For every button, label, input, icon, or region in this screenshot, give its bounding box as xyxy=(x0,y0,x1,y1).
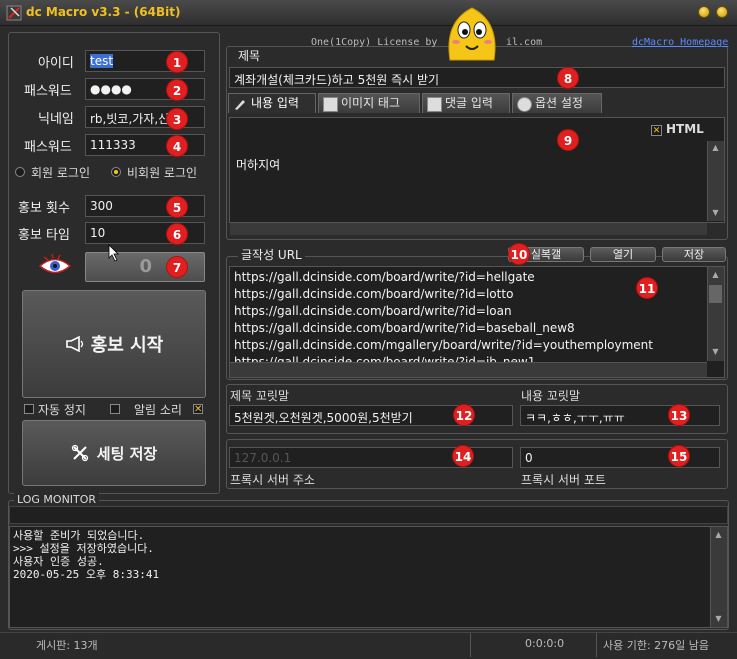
badge-14: 14 xyxy=(452,445,474,467)
pen-icon xyxy=(233,97,246,110)
tab-image-label: 이미지 태그 xyxy=(341,96,401,110)
badge-1: 1 xyxy=(166,51,188,73)
status-expiry: 사용 기한: 276일 남음 xyxy=(603,639,710,652)
content-tail-label: 내용 꼬릿말 xyxy=(521,389,581,403)
tab-options-label: 옵션 설정 xyxy=(535,96,583,110)
url-item[interactable]: https://gall.dcinside.com/mgallery/board… xyxy=(230,337,724,354)
mouse-cursor-icon xyxy=(108,244,119,262)
log-output[interactable]: 사용할 준비가 되었습니다. >>> 설정을 저장하였습니다. 사용자 인증 성… xyxy=(9,526,728,628)
badge-4: 4 xyxy=(166,135,188,157)
content-tail-input[interactable]: ㅋㅋ,ㅎㅎ,ㅜㅜ,ㅠㅠ xyxy=(520,405,720,426)
promo-timer-label: 홍보 타임 xyxy=(18,228,70,243)
eye-icon[interactable] xyxy=(38,253,72,279)
status-divider xyxy=(596,633,597,657)
log-scrollbar[interactable] xyxy=(710,527,727,627)
minimize-button[interactable] xyxy=(698,6,710,18)
badge-8: 8 xyxy=(557,67,579,89)
log-line: 사용할 준비가 되었습니다. xyxy=(13,529,145,542)
proxy-port-label: 프록시 서버 포트 xyxy=(521,473,606,487)
badge-15: 15 xyxy=(668,445,690,467)
start-promo-button[interactable]: 홍보 시작 xyxy=(22,290,206,398)
scroll-down-icon[interactable]: ▼ xyxy=(707,208,724,217)
member-login-radio[interactable] xyxy=(15,167,25,177)
tab-options[interactable]: 옵션 설정 xyxy=(512,93,602,113)
id-value: test xyxy=(90,54,114,68)
license-text-tail: il.com xyxy=(506,37,543,48)
log-monitor-label: LOG MONITOR xyxy=(14,493,100,506)
alarm-sound-checkbox-left[interactable] xyxy=(110,404,120,414)
badge-12: 12 xyxy=(453,404,475,426)
homepage-link[interactable]: dcMacro Homepage xyxy=(632,37,728,48)
save-settings-button[interactable]: 세팅 저장 xyxy=(22,420,206,486)
badge-13: 13 xyxy=(668,404,690,426)
nickname-label: 닉네임 xyxy=(38,112,74,127)
log-scroll-up-icon[interactable]: ▲ xyxy=(710,530,727,539)
log-scroll-down-icon[interactable]: ▼ xyxy=(710,614,727,623)
proxy-port-input[interactable]: 0 xyxy=(520,447,720,468)
post-title-input[interactable]: 계좌개설(체크카드)하고 5천원 즉시 받기 xyxy=(229,67,725,88)
auto-stop-label: 자동 정지 xyxy=(38,403,86,417)
save-url-button[interactable]: 저장 xyxy=(662,247,726,262)
megaphone-icon xyxy=(65,336,83,352)
member-login-label: 회원 로그인 xyxy=(31,166,91,180)
tab-content-label: 내용 입력 xyxy=(251,96,299,110)
content-hscrollbar[interactable] xyxy=(230,222,707,235)
status-divider xyxy=(470,633,471,657)
auto-stop-checkbox[interactable] xyxy=(24,404,34,414)
log-toolbar xyxy=(9,506,728,524)
log-line: 2020-05-25 오후 8:33:41 xyxy=(13,568,160,581)
url-item[interactable]: https://gall.dcinside.com/board/write/?i… xyxy=(230,320,724,337)
status-time: 0:0:0:0 xyxy=(525,637,565,650)
image-icon xyxy=(323,97,338,112)
url-scroll-up-icon[interactable]: ▲ xyxy=(707,270,724,279)
content-text: 머하지여 xyxy=(236,158,281,172)
tools-icon xyxy=(71,444,88,462)
badge-9: 9 xyxy=(557,129,579,151)
tab-image-tag[interactable]: 이미지 태그 xyxy=(318,93,420,113)
password-label: 패스워드 xyxy=(24,84,72,99)
url-section-label: 글작성 URL xyxy=(238,246,305,263)
url-scroll-down-icon[interactable]: ▼ xyxy=(707,347,724,356)
html-label: HTML xyxy=(666,122,704,136)
url-scroll-thumb[interactable] xyxy=(709,285,722,303)
tab-comment-input[interactable]: 댓글 입력 xyxy=(422,93,510,113)
app-icon xyxy=(6,5,22,21)
badge-5: 5 xyxy=(166,196,188,218)
comment-icon xyxy=(427,97,442,112)
proxy-address-label: 프록시 서버 주소 xyxy=(230,473,315,487)
url-item[interactable]: https://gall.dcinside.com/board/write/?i… xyxy=(230,303,724,320)
title-group-label: 제목 xyxy=(236,47,263,64)
tab-comment-label: 댓글 입력 xyxy=(445,96,493,110)
options-icon xyxy=(517,97,532,112)
tab-content-input[interactable]: 내용 입력 xyxy=(228,93,316,113)
html-checkbox[interactable]: ✕ xyxy=(651,125,662,136)
badge-7: 7 xyxy=(166,256,188,278)
license-text: One(1Copy) License by xyxy=(311,37,438,48)
badge-6: 6 xyxy=(166,223,188,245)
window-title: dc Macro v3.3 - (64Bit) xyxy=(26,5,181,19)
log-line: >>> 설정을 저장하였습니다. xyxy=(13,542,154,555)
badge-2: 2 xyxy=(166,79,188,101)
alarm-sound-checkbox[interactable]: ✕ xyxy=(193,404,203,415)
id-label: 아이디 xyxy=(38,56,74,71)
log-line: 사용자 인증 성공. xyxy=(13,555,104,568)
alarm-sound-label: 알림 소리 xyxy=(134,403,182,417)
guest-login-radio[interactable] xyxy=(111,167,121,177)
guest-login-label: 비회원 로그인 xyxy=(127,166,198,180)
promo-count-label: 홍보 횟수 xyxy=(18,201,70,216)
badge-10: 10 xyxy=(508,243,530,265)
scroll-up-icon[interactable]: ▲ xyxy=(707,143,724,152)
title-tail-label: 제목 꼬릿말 xyxy=(230,389,290,403)
badge-3: 3 xyxy=(166,108,188,130)
mascot-emoji xyxy=(448,7,496,61)
guest-password-label: 패스워드 xyxy=(24,140,72,155)
status-board-count: 게시판: 13개 xyxy=(36,639,98,652)
badge-11: 11 xyxy=(636,277,658,299)
open-button[interactable]: 열기 xyxy=(590,247,656,262)
save-settings-label: 세팅 저장 xyxy=(96,444,158,463)
close-button[interactable] xyxy=(716,6,728,18)
start-promo-label: 홍보 시작 xyxy=(90,335,164,356)
url-hscrollbar[interactable] xyxy=(230,362,707,377)
